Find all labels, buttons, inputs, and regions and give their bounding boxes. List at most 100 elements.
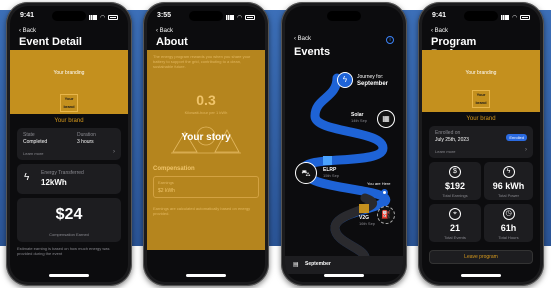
signal-icon	[226, 14, 235, 20]
state-label: State	[23, 132, 35, 138]
power-value: 96 kWh	[492, 181, 525, 191]
earnings-card: $ $192 Total Earnings	[429, 162, 481, 200]
page-title: Event Detail	[19, 36, 82, 48]
v2g-date: 16th Sep	[359, 221, 376, 226]
compensation-card: $24 Compensation Earned	[17, 198, 121, 242]
status-time: 9:41	[432, 12, 447, 19]
branding-banner: Your branding Your brand	[422, 50, 540, 112]
learn-more-link[interactable]: Learn more	[435, 149, 455, 154]
home-indicator	[324, 274, 364, 277]
brand-label: Your brand	[54, 118, 84, 124]
screen: 3:55 ◠ ‹ Back About The energy program r…	[147, 6, 265, 282]
chevron-right-icon[interactable]: ›	[525, 147, 527, 153]
signal-icon	[89, 14, 98, 20]
compensation-title: Compensation	[153, 166, 195, 172]
hours-card: ◷ 61h Total Hours	[484, 204, 533, 242]
phone-events: ‹ Back Events i ϟ Journey for: September…	[281, 2, 407, 286]
screen: 9:41 ◠ ‹ Back Program Performance Your b…	[422, 6, 540, 282]
energy-value: 12kWh	[41, 178, 67, 187]
clock-icon: ◷	[502, 208, 515, 220]
home-indicator	[49, 274, 89, 277]
page-title: About	[156, 36, 188, 48]
earnings-label: Total Earnings	[442, 193, 468, 198]
status-time: 9:41	[20, 12, 35, 19]
dollar-icon: $	[449, 166, 461, 178]
bottom-month-label: September	[305, 261, 331, 267]
back-button[interactable]: ‹ Back	[431, 28, 448, 34]
state-card: State Completed Duration 3 hours Learn m…	[17, 128, 121, 160]
big-number: 0.3	[196, 92, 216, 108]
brand-label: Your brand	[466, 116, 496, 122]
journey-path	[298, 73, 391, 258]
journey-start-icon: ϟ	[337, 72, 353, 88]
journey-label: Journey for:	[357, 74, 384, 80]
events-label: Total Events	[444, 235, 466, 240]
back-button[interactable]: ‹ Back	[19, 28, 36, 34]
back-label: Back	[434, 28, 449, 34]
journey-month: September	[357, 81, 389, 87]
info-icon[interactable]: i	[386, 36, 394, 44]
back-button[interactable]: ‹ Back	[294, 36, 311, 42]
lightning-icon: ϟ	[24, 172, 30, 183]
state-value: Completed	[23, 139, 48, 145]
energy-label: Energy Transferred	[41, 170, 84, 176]
home-indicator	[461, 274, 501, 277]
leave-program-button[interactable]: Leave program	[429, 250, 533, 264]
comp-label: Earnings	[158, 180, 174, 185]
enrolled-badge: Enrolled	[506, 134, 527, 141]
battery-icon	[520, 14, 530, 20]
car-icon[interactable]: ⛍	[295, 162, 317, 184]
current-position-marker	[381, 189, 388, 196]
status-time: 3:55	[157, 12, 172, 19]
back-button[interactable]: ‹ Back	[156, 28, 173, 34]
enrolled-label: Enrolled on	[435, 130, 461, 136]
comp-value: $2 kWh	[158, 188, 175, 194]
phone-program-performance: 9:41 ◠ ‹ Back Program Performance Your b…	[418, 2, 544, 286]
learn-more-link[interactable]: Learn more	[23, 151, 43, 156]
energy-card: ϟ Energy Transferred 12kWh	[17, 164, 121, 194]
calendar-icon: ▤	[293, 262, 299, 268]
screen: ‹ Back Events i ϟ Journey for: September…	[285, 6, 403, 282]
location-icon: ⌖	[449, 208, 461, 220]
screen: 9:41 ◠ ‹ Back Event Detail Your branding…	[10, 6, 128, 282]
signal-icon	[501, 14, 510, 20]
charger-icon[interactable]: ⛽	[377, 206, 395, 224]
brand-logo: Your brand	[60, 94, 78, 112]
earnings-value: $192	[444, 181, 466, 191]
events-card: ⌖ 21 Total Events	[429, 204, 481, 242]
status-bar: 3:55 ◠	[157, 12, 255, 22]
hours-label: Total Hours	[498, 235, 519, 240]
battery-icon	[108, 14, 118, 20]
intro-text: The energy program rewards you when you …	[153, 54, 251, 69]
solar-date: 14th Sep	[351, 118, 368, 123]
enrolled-date: July 25th, 2023	[435, 137, 469, 143]
v2g-thumb	[359, 204, 369, 213]
power-label: Total Power	[498, 193, 519, 198]
solar-panel-icon[interactable]: ▦	[377, 110, 395, 128]
elrp-date: 15th Sep	[323, 173, 340, 178]
events-value: 21	[449, 223, 460, 233]
back-label: Back	[297, 36, 312, 42]
back-label: Back	[22, 28, 37, 34]
story-title: Your story	[181, 132, 231, 143]
back-label: Back	[159, 28, 174, 34]
page-title: Events	[294, 46, 331, 58]
chevron-right-icon[interactable]: ›	[113, 149, 115, 155]
status-bar: 9:41 ◠	[432, 12, 530, 22]
elrp-thumb	[323, 156, 332, 165]
bottom-month-bar[interactable]: ▤ September	[285, 256, 403, 274]
battery-icon	[245, 14, 255, 20]
phone-event-detail: 9:41 ◠ ‹ Back Event Detail Your branding…	[6, 2, 132, 286]
branding-text: Your branding	[465, 70, 497, 76]
amount-value: $24	[55, 206, 83, 223]
duration-label: Duration	[77, 132, 96, 138]
amount-label: Compensation Earned	[49, 232, 89, 237]
you-are-here-label: You are Here	[367, 181, 391, 186]
hours-value: 61h	[500, 223, 517, 233]
about-footer: Earnings are calculated automatically ba…	[153, 206, 251, 216]
big-number-caption: Kilowatt-hour per 1 kWh	[184, 110, 228, 115]
wifi-icon: ◠	[100, 14, 105, 21]
power-card: ϟ 96 kWh Total Power	[484, 162, 533, 200]
phone-about: 3:55 ◠ ‹ Back About The energy program r…	[143, 2, 269, 286]
branding-text: Your branding	[53, 70, 85, 76]
